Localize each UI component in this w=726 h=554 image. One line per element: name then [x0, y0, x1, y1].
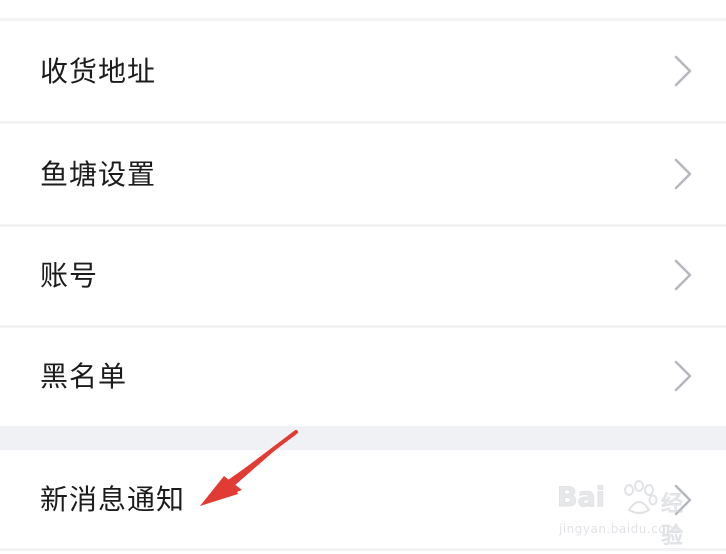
settings-item-label: 黑名单 [40, 360, 128, 393]
settings-item-account[interactable]: 账号 [0, 227, 726, 325]
chevron-right-icon [674, 360, 692, 392]
chevron-right-icon [674, 158, 692, 190]
chevron-right-icon [674, 55, 692, 87]
settings-item-label: 新消息通知 [40, 483, 186, 516]
settings-item-shipping-address[interactable]: 收货地址 [0, 21, 726, 121]
settings-item-label: 收货地址 [40, 55, 157, 88]
settings-item-label: 账号 [40, 259, 99, 292]
settings-screen: 收货地址 鱼塘设置 账号 黑名单 新消息通知 Bai 经验 jingyan.ba… [0, 0, 726, 554]
chevron-right-icon [674, 484, 692, 516]
settings-item-blacklist[interactable]: 黑名单 [0, 328, 726, 426]
chevron-right-icon [674, 259, 692, 291]
settings-item-new-message-notification[interactable]: 新消息通知 [0, 450, 726, 548]
section-gap [0, 426, 726, 450]
settings-item-label: 鱼塘设置 [40, 158, 157, 191]
bottom-divider [0, 548, 726, 551]
settings-item-pond-settings[interactable]: 鱼塘设置 [0, 124, 726, 224]
